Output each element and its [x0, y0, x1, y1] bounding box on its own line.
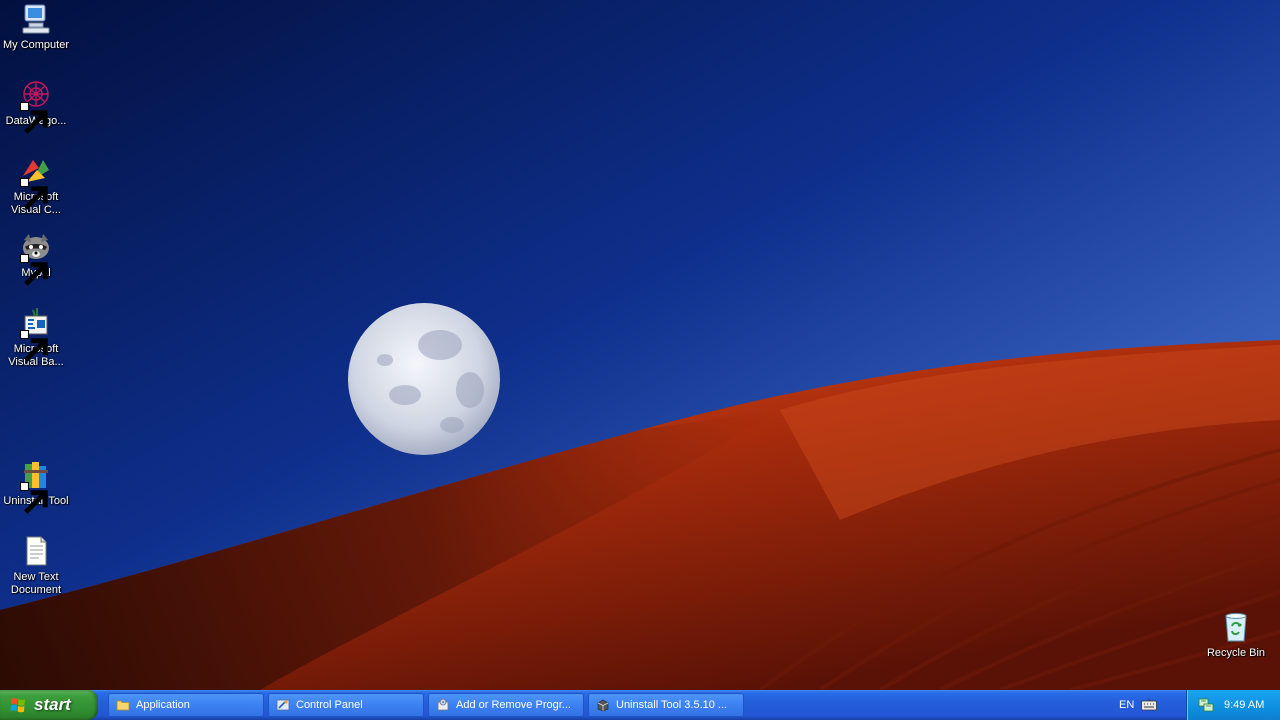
start-button[interactable]: start: [0, 690, 98, 720]
taskbar: start Application Control Panel Add or R…: [0, 690, 1280, 720]
taskbar-button-label: Application: [136, 699, 190, 711]
control-panel-icon: [276, 698, 290, 712]
desktop-icon-visual-c[interactable]: Microsoft Visual C...: [0, 154, 72, 217]
desktop-icon-visual-basic[interactable]: Microsoft Visual Ba...: [0, 306, 72, 369]
text-document-icon: [19, 534, 53, 568]
language-indicator[interactable]: EN: [1119, 690, 1134, 720]
add-remove-programs-icon: [436, 698, 450, 712]
shortcut-arrow-icon: [20, 178, 48, 210]
computer-icon: [19, 2, 53, 36]
taskbar-button-label: Uninstall Tool 3.5.10 ...: [616, 699, 728, 711]
taskbar-button-label: Add or Remove Progr...: [456, 699, 571, 711]
desktop-icon-label: New Text Document: [10, 571, 62, 596]
desktop-icon-datawagon[interactable]: DataWago...: [0, 78, 72, 134]
desktop-icon-label: Recycle Bin: [1206, 647, 1266, 659]
visual-c-icon: [19, 154, 53, 210]
desktop-icon-new-text-document[interactable]: New Text Document: [0, 534, 72, 597]
uninstall-tool-icon: [19, 458, 53, 514]
shortcut-arrow-icon: [20, 330, 48, 362]
taskbar-button-control-panel[interactable]: Control Panel: [268, 693, 424, 717]
datawagon-icon: [19, 78, 53, 134]
keyboard-icon[interactable]: [1141, 698, 1157, 712]
shortcut-arrow-icon: [20, 254, 48, 286]
taskbar-button-add-remove-programs[interactable]: Add or Remove Progr...: [428, 693, 584, 717]
visual-basic-icon: [19, 306, 53, 362]
taskbar-button-label: Control Panel: [296, 699, 363, 711]
desktop-icon-label: My Computer: [2, 39, 70, 51]
network-connection-icon[interactable]: [1198, 697, 1214, 713]
clock[interactable]: 9:49 AM: [1224, 690, 1264, 720]
desktop-wallpaper: [0, 0, 1280, 690]
desktop-icon-mypal[interactable]: Mypal: [0, 230, 72, 286]
desktop-icon-my-computer[interactable]: My Computer: [0, 2, 72, 52]
start-label: start: [34, 695, 71, 714]
recycle-bin-icon: [1219, 610, 1253, 644]
shortcut-arrow-icon: [20, 102, 48, 134]
uninstall-tool-icon: [596, 698, 610, 712]
desktop-icon-uninstall-tool[interactable]: Uninstall Tool: [0, 458, 72, 514]
taskbar-button-uninstall-tool[interactable]: Uninstall Tool 3.5.10 ...: [588, 693, 744, 717]
taskbar-button-application[interactable]: Application: [108, 693, 264, 717]
desktop-icon-recycle-bin[interactable]: Recycle Bin: [1200, 610, 1272, 660]
windows-logo-icon: [10, 698, 25, 713]
mypal-raccoon-icon: [19, 230, 53, 286]
shortcut-arrow-icon: [20, 482, 48, 514]
system-tray: 9:49 AM: [1186, 690, 1280, 720]
folder-icon: [116, 698, 130, 712]
